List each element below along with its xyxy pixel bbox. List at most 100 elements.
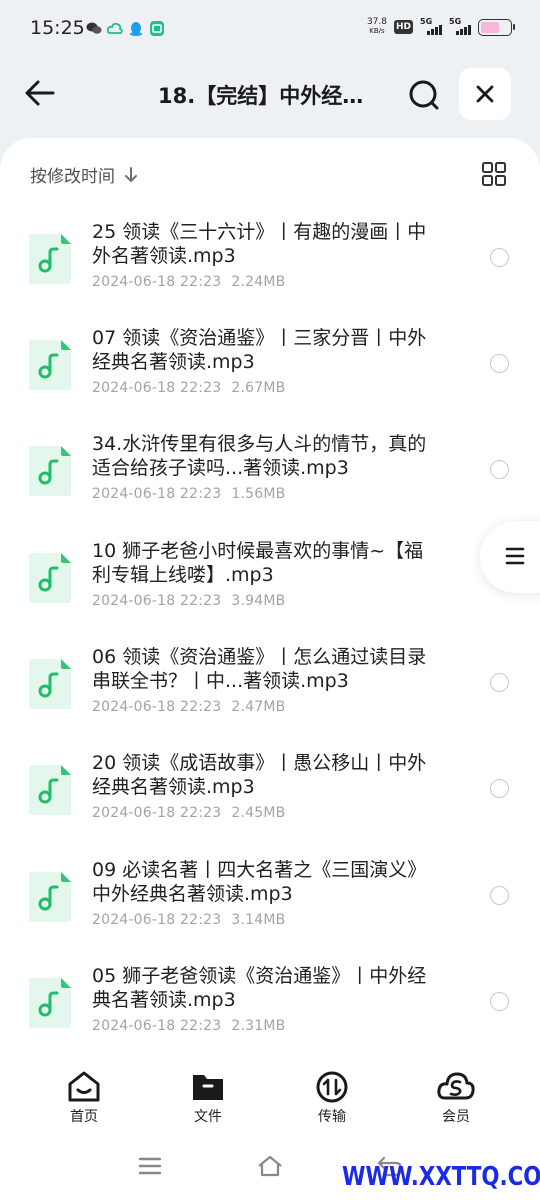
transfer-icon — [316, 1071, 348, 1103]
file-size: 3.14MB — [231, 912, 286, 928]
system-menu-button[interactable] — [137, 1154, 163, 1182]
folder-icon — [193, 1075, 223, 1100]
file-list-item[interactable]: 05 狮子老爸领读《资治通鉴》丨中外经典名著领读.mp3 2024-06-18 2… — [0, 962, 540, 1068]
grid-view-button[interactable] — [480, 160, 508, 188]
file-name: 10 狮子老爸小时候最喜欢的事情~【福利专辑上线喽】.mp3 — [92, 540, 424, 586]
menu-icon — [505, 547, 525, 565]
nav-vip[interactable]: 会员 — [411, 1070, 501, 1126]
search-icon — [409, 80, 439, 110]
file-name: 06 领读《资治通鉴》丨怎么通过读目录串联全书？丨中...著领读.mp3 — [92, 646, 427, 692]
wechat-icon — [86, 21, 102, 36]
file-date: 2024-06-18 22:23 — [92, 912, 222, 928]
file-size: 2.67MB — [231, 380, 286, 396]
file-date: 2024-06-18 22:23 — [92, 486, 222, 502]
file-list-item[interactable]: 07 领读《资治通鉴》丨三家分晋丨中外经典名著领读.mp3 2024-06-18 … — [0, 324, 540, 430]
search-button[interactable] — [404, 75, 444, 115]
network-speed-value: 37.8 — [366, 17, 387, 27]
file-meta: 2024-06-18 22:23 2.67MB — [92, 380, 285, 396]
audio-file-icon — [27, 976, 73, 1030]
select-checkbox[interactable] — [490, 886, 509, 905]
file-name: 07 领读《资治通鉴》丨三家分晋丨中外经典名著领读.mp3 — [92, 327, 427, 373]
file-name: 25 领读《三十六计》丨有趣的漫画丨中外名著领读.mp3 — [92, 221, 427, 267]
nav-files[interactable]: 文件 — [163, 1070, 253, 1126]
file-meta: 2024-06-18 22:23 2.45MB — [92, 805, 285, 821]
header: 18.【完结】中外经典名著领读 — [0, 58, 540, 136]
signal-label-1: 5G — [420, 17, 433, 26]
select-checkbox[interactable] — [490, 460, 509, 479]
file-date: 2024-06-18 22:23 — [92, 1018, 222, 1034]
hd-badge: HD — [393, 20, 413, 34]
file-name: 05 狮子老爸领读《资治通鉴》丨中外经典名著领读.mp3 — [92, 965, 427, 1011]
battery-icon — [478, 18, 515, 36]
system-home-button[interactable] — [256, 1154, 284, 1182]
nav-vip-label: 会员 — [442, 1109, 470, 1125]
nav-home-label: 首页 — [70, 1109, 98, 1125]
file-date: 2024-06-18 22:23 — [92, 380, 222, 396]
status-indicators: 37.8 KB/s HD 5G 5G — [367, 17, 515, 36]
arrow-left-icon — [25, 80, 55, 106]
nav-home[interactable]: 首页 — [39, 1070, 129, 1126]
file-list-item[interactable]: 10 狮子老爸小时候最喜欢的事情~【福利专辑上线喽】.mp3 2024-06-18… — [0, 537, 540, 643]
file-name: 20 领读《成语故事》丨愚公移山丨中外经典名著领读.mp3 — [92, 752, 427, 798]
file-list-item[interactable]: 06 领读《资治通鉴》丨怎么通过读目录串联全书？丨中...著领读.mp3 2024… — [0, 643, 540, 749]
battery-level — [481, 21, 500, 33]
file-meta: 2024-06-18 22:23 3.94MB — [92, 593, 285, 609]
signal-label-2: 5G — [449, 17, 462, 26]
audio-file-icon — [27, 232, 73, 286]
file-meta: 2024-06-18 22:23 2.47MB — [92, 699, 285, 715]
file-list-item[interactable]: 34.水浒传里有很多与人斗的情节，真的适合给孩子读吗...著领读.mp3 2024… — [0, 430, 540, 536]
audio-file-icon — [27, 338, 73, 392]
home-icon — [68, 1071, 100, 1102]
back-button[interactable] — [20, 73, 60, 113]
nav-files-label: 文件 — [194, 1109, 222, 1125]
file-meta: 2024-06-18 22:23 2.24MB — [92, 274, 285, 290]
network-speed-unit: KB/s — [369, 27, 385, 35]
file-size: 3.94MB — [231, 593, 286, 609]
signal-icon: 5G — [420, 17, 442, 35]
vip-icon — [437, 1072, 475, 1100]
file-meta: 2024-06-18 22:23 3.14MB — [92, 912, 285, 928]
select-checkbox[interactable] — [490, 248, 509, 267]
select-checkbox[interactable] — [490, 354, 509, 373]
audio-file-icon — [27, 657, 73, 711]
select-checkbox[interactable] — [490, 992, 509, 1011]
nav-transfer-label: 传输 — [318, 1109, 346, 1125]
status-app-icons — [86, 21, 164, 36]
file-size: 1.56MB — [231, 486, 286, 502]
status-time: 15:25 — [30, 17, 85, 39]
close-icon — [476, 85, 494, 103]
file-date: 2024-06-18 22:23 — [92, 274, 222, 290]
audio-file-icon — [27, 870, 73, 924]
signal-icon: 5G — [449, 17, 471, 35]
menu-icon — [138, 1157, 162, 1175]
sort-button[interactable]: 按修改时间 — [30, 162, 139, 187]
file-name: 09 必读名著丨四大名著之《三国演义》中外经典名著领读.mp3 — [92, 859, 427, 905]
home-icon — [258, 1155, 282, 1177]
grid-icon — [482, 162, 506, 186]
file-list-item[interactable]: 20 领读《成语故事》丨愚公移山丨中外经典名著领读.mp3 2024-06-18 … — [0, 749, 540, 855]
file-name: 34.水浒传里有很多与人斗的情节，真的适合给孩子读吗...著领读.mp3 — [92, 433, 427, 479]
sort-label: 按修改时间 — [30, 167, 115, 187]
status-bar: 15:25 37.8 KB/s HD 5G 5G — [0, 0, 540, 58]
network-speed: 37.8 KB/s — [367, 18, 387, 36]
file-date: 2024-06-18 22:23 — [92, 593, 222, 609]
file-list-item[interactable]: 09 必读名著丨四大名著之《三国演义》中外经典名著领读.mp3 2024-06-1… — [0, 856, 540, 962]
nav-transfer[interactable]: 传输 — [287, 1070, 377, 1126]
bottom-nav: 首页 文件 传输 会员 — [0, 1058, 540, 1138]
file-date: 2024-06-18 22:23 — [92, 805, 222, 821]
page-title: 18.【完结】中外经典名著领读 — [158, 84, 368, 108]
file-meta: 2024-06-18 22:23 2.31MB — [92, 1018, 285, 1034]
cloud-icon — [106, 21, 123, 36]
app-icon — [149, 21, 164, 36]
file-size: 2.31MB — [231, 1018, 286, 1034]
select-checkbox[interactable] — [490, 779, 509, 798]
close-button[interactable] — [459, 68, 511, 120]
audio-file-icon — [27, 551, 73, 605]
file-list-item[interactable]: 25 领读《三十六计》丨有趣的漫画丨中外名著领读.mp3 2024-06-18 2… — [0, 218, 540, 324]
file-size: 2.47MB — [231, 699, 286, 715]
watermark: WWW.XXTTQ.COM — [342, 1162, 540, 1192]
file-list-panel: 按修改时间 25 领读《三十六计》丨有趣的漫画丨中外名著领读.mp3 2024-0… — [0, 138, 540, 1200]
file-date: 2024-06-18 22:23 — [92, 699, 222, 715]
select-checkbox[interactable] — [490, 673, 509, 692]
file-meta: 2024-06-18 22:23 1.56MB — [92, 486, 285, 502]
